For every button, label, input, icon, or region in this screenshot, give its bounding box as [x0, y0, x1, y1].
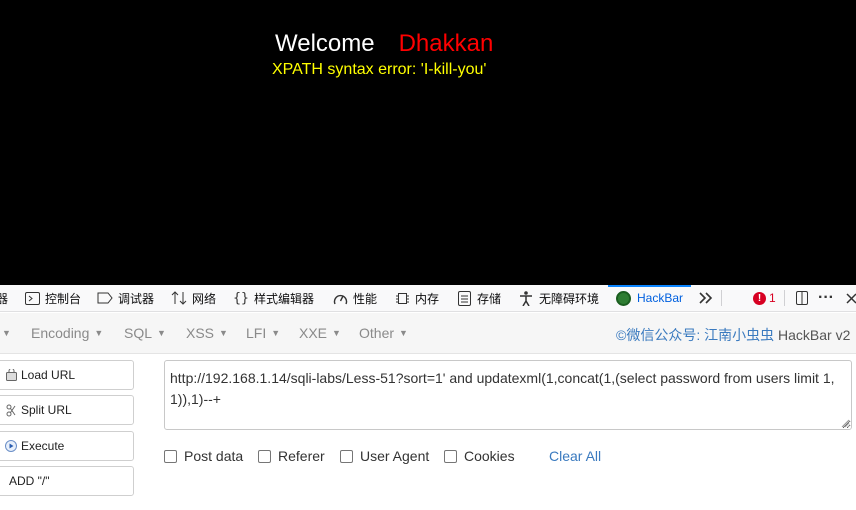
- caret-down-icon: ▼: [332, 328, 341, 338]
- hackbar-icon: [616, 290, 631, 306]
- error-icon: !: [753, 291, 766, 305]
- menu-item-other[interactable]: Other ▼: [359, 325, 408, 341]
- style-editor-icon: {}: [233, 290, 249, 306]
- accessibility-icon: [518, 290, 534, 306]
- hackbar-version: HackBar v2: [778, 327, 851, 343]
- resize-grip-icon[interactable]: [838, 416, 850, 428]
- menu-label: XXE: [299, 325, 328, 341]
- error-message: XPATH syntax error: 'I-kill-you': [272, 61, 487, 78]
- split-url-button[interactable]: Split URL: [0, 395, 134, 425]
- error-count: 1: [769, 291, 776, 305]
- checkbox-box[interactable]: [444, 449, 457, 463]
- checkbox-label: User Agent: [360, 448, 430, 464]
- debugger-icon: [97, 290, 113, 306]
- menu-label: Encoding: [31, 325, 90, 341]
- menu-label: LFI: [246, 325, 267, 341]
- menu-item-xxe[interactable]: XXE ▼: [299, 325, 341, 341]
- tab-style-editor[interactable]: {} 样式编辑器: [233, 285, 314, 311]
- menu-label: Other: [359, 325, 395, 341]
- user-agent-checkbox[interactable]: User Agent: [340, 448, 429, 464]
- tab-label: HackBar: [637, 291, 684, 305]
- post-data-checkbox[interactable]: Post data: [164, 448, 243, 464]
- url-textarea[interactable]: http://192.168.1.14/sqli-labs/Less-51?so…: [164, 360, 852, 430]
- console-icon: [24, 290, 40, 306]
- checkbox-label: Post data: [184, 448, 244, 464]
- close-icon: [843, 290, 856, 306]
- tab-accessibility[interactable]: 无障碍环境: [518, 285, 599, 311]
- tab-storage[interactable]: 存储: [456, 285, 501, 311]
- caret-down-icon: ▼: [157, 328, 166, 338]
- clear-all-link[interactable]: Clear All: [549, 448, 601, 464]
- menu-item-encoding[interactable]: Encoding ▼: [31, 325, 103, 341]
- checkbox-label: Referer: [278, 448, 325, 464]
- menu-item-lfi[interactable]: LFI ▼: [246, 325, 280, 341]
- caret-down-icon: ▼: [399, 328, 408, 338]
- username-text: Dhakkan: [398, 30, 494, 57]
- storage-icon: [456, 290, 472, 306]
- tab-label: 样式编辑器: [254, 291, 315, 306]
- tab-console[interactable]: 控制台: [24, 285, 81, 311]
- checkbox-box[interactable]: [258, 449, 271, 463]
- toolbar-divider: [784, 290, 785, 306]
- button-label: Execute: [21, 439, 65, 453]
- caret-down-icon: ▼: [271, 328, 281, 338]
- tab-label: 内存: [415, 291, 440, 306]
- checkbox-label: Cookies: [464, 448, 515, 464]
- cookies-checkbox[interactable]: Cookies: [444, 448, 515, 464]
- tab-debugger[interactable]: 调试器: [97, 285, 154, 311]
- tab-hackbar[interactable]: HackBar: [607, 285, 692, 311]
- load-url-button[interactable]: Load URL: [0, 360, 134, 390]
- button-label: Split URL: [21, 403, 72, 417]
- tab-label: 控制台: [45, 291, 82, 306]
- checkbox-box[interactable]: [340, 449, 353, 463]
- tab-label: 无障碍环境: [539, 291, 600, 306]
- caret-down-icon: ▼: [219, 328, 228, 338]
- tab-inspector[interactable]: 器: [0, 285, 8, 311]
- caret-down-icon: ▼: [94, 328, 104, 338]
- welcome-line: Welcome Dhakkan: [275, 30, 493, 58]
- checkbox-box[interactable]: [164, 449, 177, 463]
- tab-label: 性能: [353, 291, 378, 306]
- toolbar-divider: [721, 290, 722, 306]
- menu-label: XSS: [186, 325, 215, 341]
- close-devtools-button[interactable]: [843, 285, 856, 311]
- tab-label: 网络: [192, 291, 217, 306]
- performance-icon: [332, 290, 348, 306]
- execute-button[interactable]: Execute: [0, 431, 134, 461]
- dock-side-icon: [794, 290, 810, 306]
- tab-label: 存储: [477, 291, 502, 306]
- referer-checkbox[interactable]: Referer: [258, 448, 325, 464]
- memory-icon: [394, 290, 410, 306]
- tab-label: 器: [0, 290, 8, 307]
- split-url-icon: [5, 404, 17, 417]
- tab-memory[interactable]: 内存: [394, 285, 439, 311]
- menu-item-sql[interactable]: SQL ▼: [124, 325, 166, 341]
- error-count-button[interactable]: ! 1: [753, 285, 776, 311]
- welcome-text: Welcome: [275, 30, 375, 57]
- tab-network[interactable]: 网络: [171, 285, 216, 311]
- more-tabs-button[interactable]: [698, 285, 719, 311]
- tab-label: 调试器: [118, 291, 155, 306]
- credit-text: ©微信公众号: 江南小虫虫: [616, 327, 775, 343]
- button-label: ADD "/": [9, 474, 50, 488]
- dock-mode-button[interactable]: [794, 285, 815, 311]
- menu-button[interactable]: ···: [818, 285, 839, 311]
- tab-performance[interactable]: 性能: [332, 285, 377, 311]
- hackbar-menu: ▼ Encoding ▼ SQL ▼ XSS ▼ LFI ▼ XXE ▼ Other ▼ ©…: [0, 313, 856, 354]
- menu-label: SQL: [124, 325, 153, 341]
- button-label: Load URL: [21, 368, 76, 382]
- hackbar-credit: ©微信公众号: 江南小虫虫 HackBar v2: [616, 325, 850, 345]
- load-url-icon: [5, 368, 17, 381]
- page-content: Welcome Dhakkan XPATH syntax error: 'I-ki…: [0, 0, 856, 285]
- menu-item-xss[interactable]: XSS ▼: [186, 325, 228, 341]
- add-slash-button[interactable]: ADD "/": [0, 466, 134, 496]
- network-icon: [171, 290, 187, 306]
- double-chevron-right-icon: [698, 290, 714, 306]
- caret-down-icon: ▼: [2, 328, 11, 338]
- play-icon: [5, 440, 17, 452]
- menu-item-partial[interactable]: ▼: [2, 325, 11, 341]
- devtools-toolbar: 器 控制台 调试器 网络 {} 样式编辑器 性能 内存: [0, 285, 856, 312]
- more-horizontal-icon: ···: [818, 289, 834, 306]
